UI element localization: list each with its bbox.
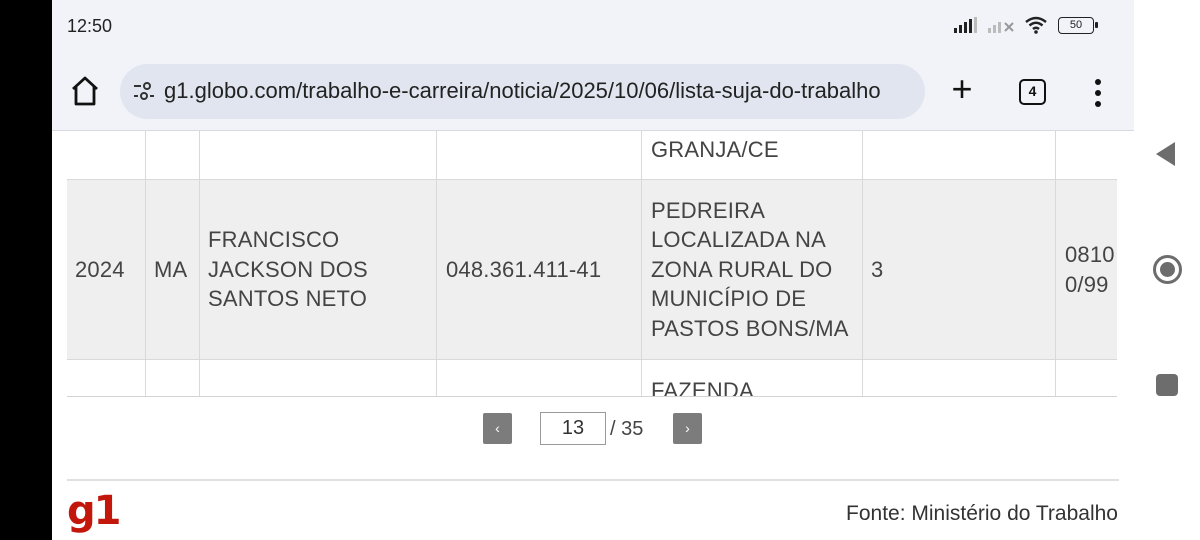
table-row: 2024 MA FRANCISCO JACKSON DOS SANTOS NET… — [67, 180, 1117, 359]
table-row: FAZENDA — [67, 360, 1117, 397]
previous-page-button[interactable]: ‹ — [483, 413, 512, 444]
state-cell — [145, 360, 199, 396]
document-cell: 048.361.411-41 — [436, 180, 641, 359]
recents-icon[interactable] — [1156, 374, 1178, 396]
address-bar[interactable]: g1.globo.com/trabalho-e-carreira/noticia… — [120, 64, 925, 119]
system-nav-bar — [1134, 0, 1200, 540]
page-total: / 35 — [610, 418, 644, 440]
case-cell: 0810 0/99 — [1055, 180, 1117, 359]
signal-no-service-icon — [988, 22, 1014, 33]
workers-cell — [862, 131, 1055, 179]
footer-divider — [67, 479, 1119, 481]
year-text: 2024 — [75, 256, 125, 282]
establishment-text: GRANJA/CE — [651, 137, 779, 162]
left-bezel — [0, 0, 52, 540]
establishment-line: PEDREIRA — [651, 197, 766, 223]
establishment-line: PASTOS BONS/MA — [651, 315, 849, 341]
next-page-button[interactable]: › — [673, 413, 702, 444]
case-line: 0/99 — [1065, 271, 1109, 297]
employer-cell — [199, 131, 436, 179]
back-icon[interactable] — [1156, 142, 1175, 166]
status-bar: 12:50 50 — [52, 0, 1134, 54]
employer-line: JACKSON DOS — [208, 256, 368, 282]
data-table[interactable]: GRANJA/CE 2024 MA FRANCISCO JACKSON DOS … — [67, 131, 1117, 397]
new-tab-button[interactable]: + — [948, 71, 976, 108]
case-line: 0810 — [1065, 242, 1115, 267]
state-text: MA — [154, 256, 188, 282]
establishment-cell: PEDREIRA LOCALIZADA NA ZONA RURAL DO MUN… — [641, 180, 862, 359]
signal-icon — [954, 17, 977, 33]
establishment-cell: GRANJA/CE — [641, 131, 862, 179]
battery-icon: 50 — [1058, 16, 1098, 34]
employer-cell — [199, 360, 436, 396]
case-cell — [1055, 360, 1117, 396]
workers-cell: 3 — [862, 180, 1055, 359]
employer-line: SANTOS NETO — [208, 286, 368, 312]
establishment-line: MUNICÍPIO DE — [651, 286, 807, 312]
establishment-line: LOCALIZADA NA — [651, 227, 826, 253]
establishment-text: FAZENDA — [651, 378, 754, 397]
workers-cell — [862, 360, 1055, 396]
menu-icon[interactable] — [1088, 78, 1108, 108]
case-cell — [1055, 131, 1117, 179]
tab-switcher-button[interactable]: 4 — [1019, 79, 1046, 105]
wifi-icon — [1025, 16, 1047, 34]
document-cell — [436, 131, 641, 179]
g1-logo: g1 — [67, 488, 121, 534]
status-icons: 50 — [954, 16, 1098, 34]
table-row: GRANJA/CE — [67, 131, 1117, 179]
document-cell — [436, 360, 641, 396]
state-cell — [145, 131, 199, 179]
browser-screen: 12:50 50 g1.globo.com/trabalho-e-carreir… — [52, 0, 1134, 540]
page-number-input[interactable] — [540, 412, 606, 445]
employer-line: FRANCISCO — [208, 227, 340, 253]
url-text: g1.globo.com/trabalho-e-carreira/noticia… — [164, 78, 881, 103]
state-cell: MA — [145, 180, 199, 359]
establishment-cell: FAZENDA — [641, 360, 862, 397]
browser-toolbar: g1.globo.com/trabalho-e-carreira/noticia… — [52, 54, 1134, 131]
site-settings-icon[interactable] — [132, 80, 156, 102]
employer-cell: FRANCISCO JACKSON DOS SANTOS NETO — [199, 180, 436, 359]
source-text: Fonte: Ministério do Trabalho — [846, 502, 1118, 525]
home-icon[interactable] — [70, 74, 100, 108]
year-cell — [67, 131, 145, 179]
workers-text: 3 — [871, 256, 884, 282]
year-cell: 2024 — [67, 180, 145, 359]
home-circle-icon[interactable] — [1153, 255, 1182, 284]
clock: 12:50 — [67, 16, 113, 36]
establishment-line: ZONA RURAL DO — [651, 256, 833, 282]
year-cell — [67, 360, 145, 396]
document-text: 048.361.411-41 — [446, 256, 602, 282]
